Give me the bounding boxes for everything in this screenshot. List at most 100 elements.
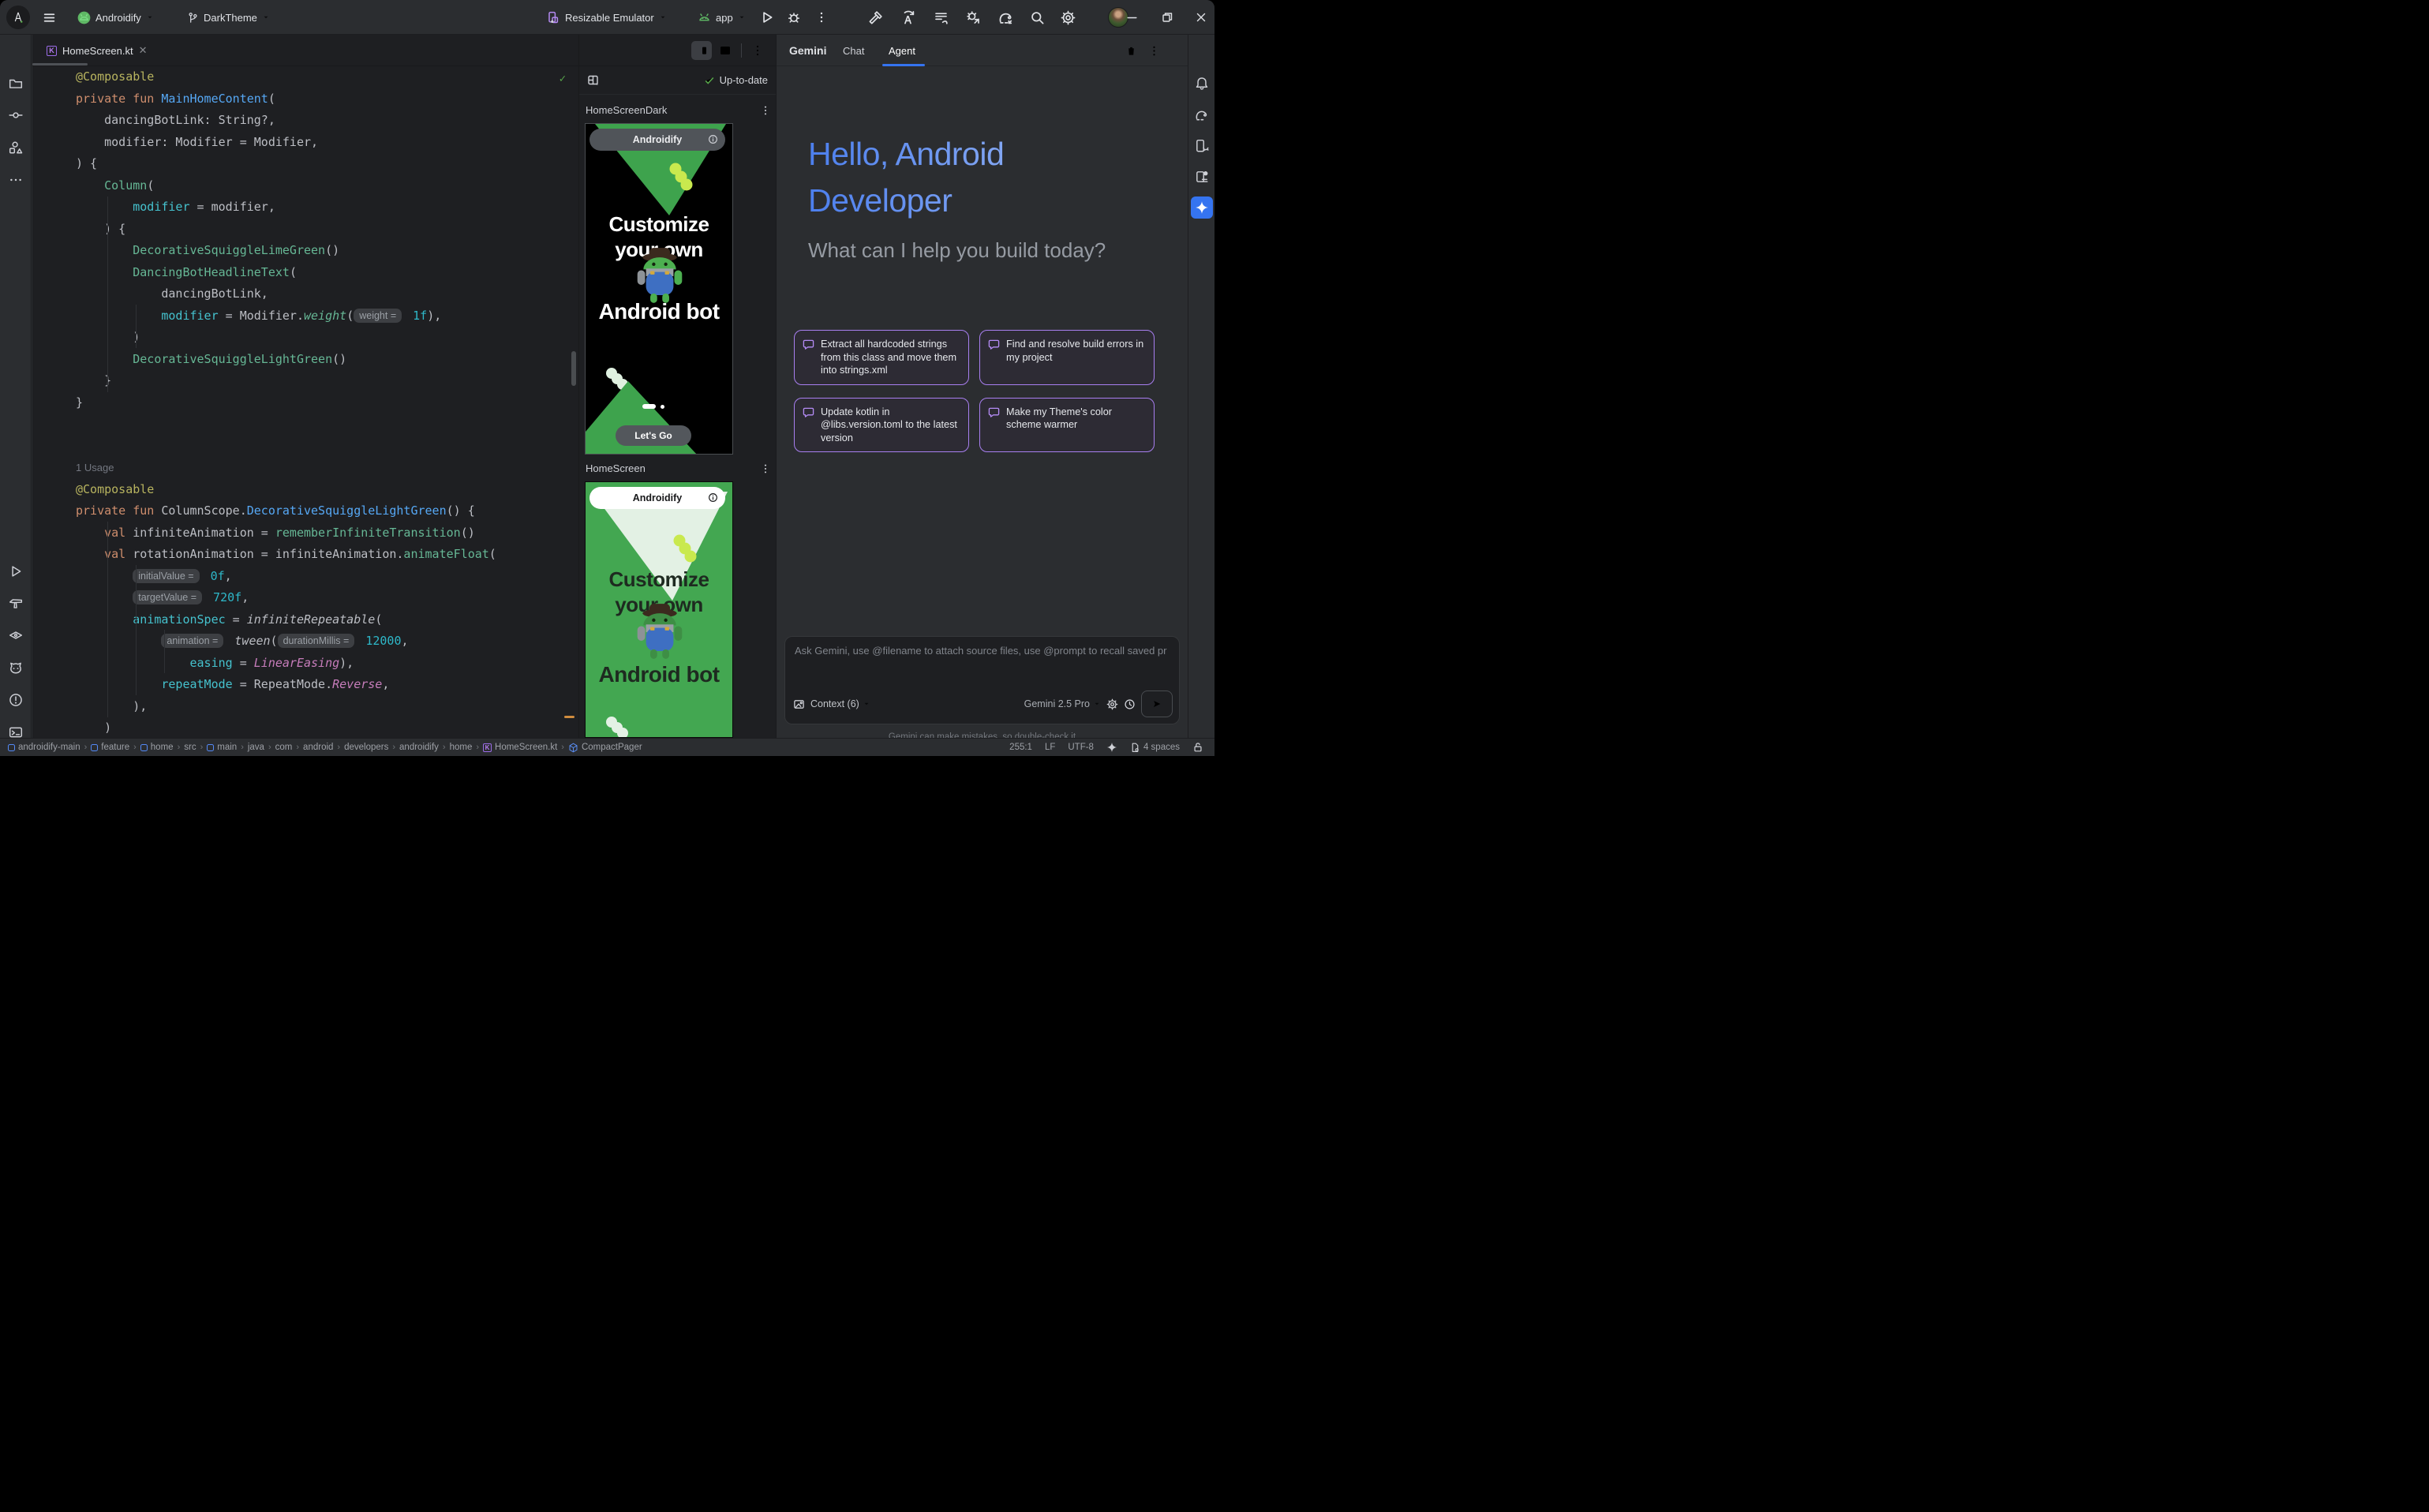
phone-preview-light[interactable]: Androidify Customize your own xyxy=(585,481,733,738)
running-devices-icon[interactable] xyxy=(1191,166,1213,188)
code-line[interactable]: } xyxy=(32,392,578,414)
code-view-icon[interactable] xyxy=(668,41,688,60)
code-line[interactable]: modifier = Modifier.weight(weight = 1f), xyxy=(32,305,578,327)
suggestion-card[interactable]: Extract all hardcoded strings from this … xyxy=(794,330,969,385)
lets-go-button[interactable]: Let's Go xyxy=(616,425,691,446)
hide-panel-icon[interactable] xyxy=(1165,42,1182,59)
gemini-settings-icon[interactable] xyxy=(1106,698,1118,710)
todo-list-icon[interactable] xyxy=(934,0,949,35)
code-line[interactable]: val infiniteAnimation = rememberInfinite… xyxy=(32,522,578,545)
code-line[interactable]: animation = tween(durationMillis = 12000… xyxy=(32,631,578,653)
tab-homescreen-kt[interactable]: K HomeScreen.kt ✕ xyxy=(43,35,151,66)
breadcrumb-item[interactable]: developers xyxy=(344,743,388,752)
breadcrumb-item[interactable]: androidify xyxy=(399,743,439,752)
device-selector[interactable]: Resizable Emulator xyxy=(547,0,667,35)
indent-setting[interactable]: 4 spaces xyxy=(1130,743,1180,753)
code-area[interactable]: @Composableprivate fun MainHomeContent( … xyxy=(32,66,578,738)
code-line[interactable]: dancingBotLink, xyxy=(32,283,578,305)
run-config-widget[interactable]: app xyxy=(698,0,746,35)
code-line[interactable]: } xyxy=(32,370,578,392)
run-button[interactable] xyxy=(760,0,774,35)
build-tool-icon[interactable] xyxy=(5,593,27,615)
vcs-branch-widget[interactable]: DarkTheme xyxy=(187,0,270,35)
code-line[interactable]: private fun ColumnScope.DecorativeSquigg… xyxy=(32,500,578,522)
code-line[interactable]: modifier = modifier, xyxy=(32,196,578,219)
design-view-icon[interactable] xyxy=(715,41,735,60)
suggestion-card[interactable]: Update kotlin in @libs.version.toml to t… xyxy=(794,398,969,453)
code-line[interactable]: repeatMode = RepeatMode.Reverse, xyxy=(32,674,578,696)
gemini-menu-icon[interactable] xyxy=(1145,42,1162,59)
code-line[interactable]: easing = LinearEasing), xyxy=(32,653,578,675)
code-line[interactable]: DancingBotHeadlineText( xyxy=(32,262,578,284)
editor-scrollbar-thumb[interactable] xyxy=(571,351,576,386)
line-ending[interactable]: LF xyxy=(1045,743,1055,752)
notifications-bell-icon[interactable] xyxy=(1191,73,1213,95)
history-icon[interactable] xyxy=(1124,698,1136,710)
caret-position[interactable]: 255:1 xyxy=(1009,743,1032,752)
preview-more-icon[interactable] xyxy=(747,41,768,60)
context-dropdown[interactable]: Context (6) xyxy=(810,698,870,709)
code-line[interactable]: val rotationAnimation = infiniteAnimatio… xyxy=(32,544,578,566)
more-run-options-button[interactable] xyxy=(815,0,828,35)
tab-chat[interactable]: Chat xyxy=(843,35,864,66)
code-line[interactable]: private fun MainHomeContent( xyxy=(32,88,578,110)
breadcrumb[interactable]: androidify-main›feature›home›src›main›ja… xyxy=(0,743,642,753)
code-line[interactable]: ) { xyxy=(32,219,578,241)
code-line[interactable]: modifier: Modifier = Modifier, xyxy=(32,132,578,154)
breadcrumb-item[interactable]: CompactPager xyxy=(568,743,642,753)
code-line[interactable]: @Composable xyxy=(32,66,578,88)
breadcrumb-item[interactable]: home xyxy=(450,743,473,752)
tab-agent[interactable]: Agent xyxy=(889,35,915,66)
breadcrumb-item[interactable]: src xyxy=(184,743,196,752)
breadcrumb-item[interactable]: home xyxy=(140,743,174,752)
profiler-tool-icon[interactable] xyxy=(5,624,27,646)
split-view-icon[interactable] xyxy=(691,41,712,60)
code-line[interactable]: 1 Usage xyxy=(32,457,578,479)
build-hammer-icon[interactable] xyxy=(868,0,883,35)
file-encoding[interactable]: UTF-8 xyxy=(1068,743,1094,752)
code-line[interactable]: DecorativeSquiggleLightGreen() xyxy=(32,349,578,371)
window-minimize-button[interactable] xyxy=(1125,0,1139,35)
profiler-icon[interactable] xyxy=(966,0,981,35)
code-editor[interactable]: K HomeScreen.kt ✕ @Composableprivate fun… xyxy=(32,35,578,738)
debug-button[interactable] xyxy=(787,0,801,35)
project-widget[interactable]: Androidify xyxy=(77,0,154,35)
breadcrumb-item[interactable]: android xyxy=(303,743,333,752)
code-line[interactable]: Column( xyxy=(32,175,578,197)
code-line[interactable]: initialValue = 0f, xyxy=(32,566,578,588)
code-line[interactable]: animationSpec = infiniteRepeatable( xyxy=(32,609,578,631)
code-line[interactable]: DecorativeSquiggleLimeGreen() xyxy=(32,240,578,262)
breadcrumb-item[interactable]: androidify-main xyxy=(8,743,80,752)
logcat-tool-icon[interactable] xyxy=(5,657,27,679)
window-close-button[interactable] xyxy=(1195,0,1207,35)
preview-item-menu-icon[interactable] xyxy=(760,105,771,116)
inspections-ok-icon[interactable]: ✓ xyxy=(560,73,566,85)
settings-gear-icon[interactable] xyxy=(1061,0,1076,35)
window-restore-button[interactable] xyxy=(1161,0,1173,35)
breadcrumb-item[interactable]: java xyxy=(248,743,264,752)
suggestion-card[interactable]: Make my Theme's color scheme warmer xyxy=(979,398,1155,453)
problems-tool-icon[interactable] xyxy=(5,689,27,711)
tab-close-icon[interactable]: ✕ xyxy=(139,44,148,57)
suggestion-card[interactable]: Find and resolve build errors in my proj… xyxy=(979,330,1155,385)
project-tool-icon[interactable] xyxy=(5,73,27,95)
gemini-tool-icon[interactable] xyxy=(1191,196,1213,219)
breadcrumb-item[interactable]: main xyxy=(207,743,237,752)
gradle-sync-icon[interactable] xyxy=(997,0,1013,35)
code-line[interactable]: ) { xyxy=(32,153,578,175)
search-everywhere-icon[interactable] xyxy=(1030,0,1045,35)
gradle-tool-icon[interactable] xyxy=(1191,103,1213,125)
run-tool-icon[interactable] xyxy=(5,560,27,582)
gemini-input-box[interactable]: Ask Gemini, use @filename to attach sour… xyxy=(784,636,1180,724)
code-line[interactable] xyxy=(32,436,578,458)
ai-code-transform-icon[interactable] xyxy=(900,0,915,35)
code-line[interactable]: dancingBotLink: String?, xyxy=(32,110,578,132)
delete-conversation-icon[interactable] xyxy=(1122,42,1140,59)
commit-tool-icon[interactable] xyxy=(5,104,27,126)
attach-image-icon[interactable] xyxy=(793,698,805,710)
structure-tool-icon[interactable] xyxy=(5,137,27,159)
code-line[interactable] xyxy=(32,414,578,436)
send-button[interactable] xyxy=(1141,691,1173,717)
code-line[interactable]: targetValue = 720f, xyxy=(32,587,578,609)
model-dropdown[interactable]: Gemini 2.5 Pro xyxy=(1024,698,1101,709)
